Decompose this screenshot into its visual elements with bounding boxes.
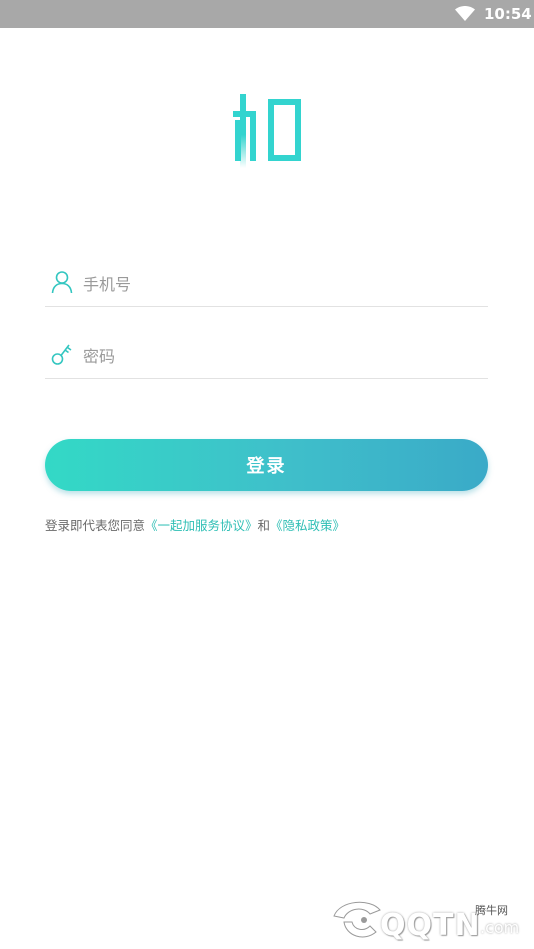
user-icon bbox=[51, 271, 73, 294]
watermark-suffix: .com bbox=[480, 918, 520, 937]
agreement-prefix: 登录即代表您同意 bbox=[45, 518, 146, 533]
login-button[interactable]: 登录 bbox=[45, 439, 488, 491]
privacy-policy-link[interactable]: 《隐私政策》 bbox=[270, 518, 345, 533]
watermark: QQTN 腾牛网 .com bbox=[320, 888, 534, 949]
password-input[interactable] bbox=[83, 341, 483, 371]
agreement-text: 登录即代表您同意《一起加服务协议》和《隐私政策》 bbox=[45, 515, 345, 534]
jia-logo-icon bbox=[233, 94, 301, 168]
status-time: 10:54 bbox=[484, 5, 532, 23]
password-field bbox=[45, 328, 488, 379]
watermark-brand: QQTN bbox=[380, 908, 481, 943]
watermark-cn-name: 腾牛网 bbox=[475, 904, 508, 917]
service-agreement-link[interactable]: 《一起加服务协议》 bbox=[145, 518, 258, 533]
key-icon bbox=[51, 344, 72, 365]
status-bar: 10:54 bbox=[0, 0, 534, 28]
watermark-logo-icon bbox=[333, 901, 381, 938]
phone-field bbox=[45, 256, 488, 307]
agreement-conjunction: 和 bbox=[257, 518, 271, 533]
phone-input[interactable] bbox=[83, 269, 483, 299]
wifi-icon bbox=[455, 6, 475, 21]
